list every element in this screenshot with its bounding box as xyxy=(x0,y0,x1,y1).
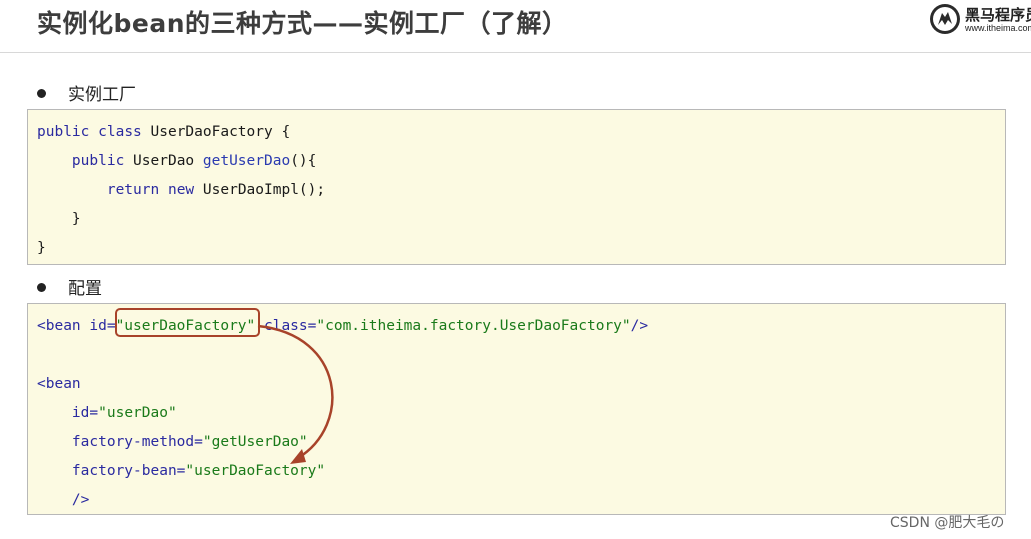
code-line: id="userDao" xyxy=(71,405,177,421)
title-divider xyxy=(0,52,1031,53)
code-line: /> xyxy=(71,492,90,508)
code-line: public class UserDaoFactory { xyxy=(37,124,291,140)
bullet-instance-factory: 实例工厂 xyxy=(37,80,136,105)
bullet-label: 配置 xyxy=(68,279,102,299)
logo-name: 黑马程序员 xyxy=(965,6,1031,24)
code-line: } xyxy=(37,211,81,227)
slide-title: 实例化bean的三种方式——实例工厂（了解） xyxy=(37,9,568,38)
horse-logo-icon xyxy=(930,4,960,34)
bullet-dot-icon xyxy=(37,89,46,98)
slide: 实例化bean的三种方式——实例工厂（了解） 黑马程序员 www.itheima… xyxy=(0,0,1031,539)
bullet-config: 配置 xyxy=(37,274,102,299)
java-code-block: public class UserDaoFactory { public Use… xyxy=(27,109,1006,265)
code-line: factory-bean="userDaoFactory" xyxy=(71,463,326,479)
watermark: CSDN @肥大毛の xyxy=(890,515,1005,531)
code-line: } xyxy=(37,240,46,256)
factory-id-highlight xyxy=(115,308,260,337)
code-line: <bean xyxy=(37,376,81,392)
bullet-label: 实例工厂 xyxy=(68,85,136,105)
code-line: factory-method="getUserDao" xyxy=(71,434,308,450)
code-line: public UserDao getUserDao(){ xyxy=(71,153,317,169)
logo-url: www.itheima.com xyxy=(965,23,1031,33)
code-line: return new UserDaoImpl(); xyxy=(106,182,326,198)
bullet-dot-icon xyxy=(37,283,46,292)
brand-logo: 黑马程序员 www.itheima.com xyxy=(927,2,1031,38)
